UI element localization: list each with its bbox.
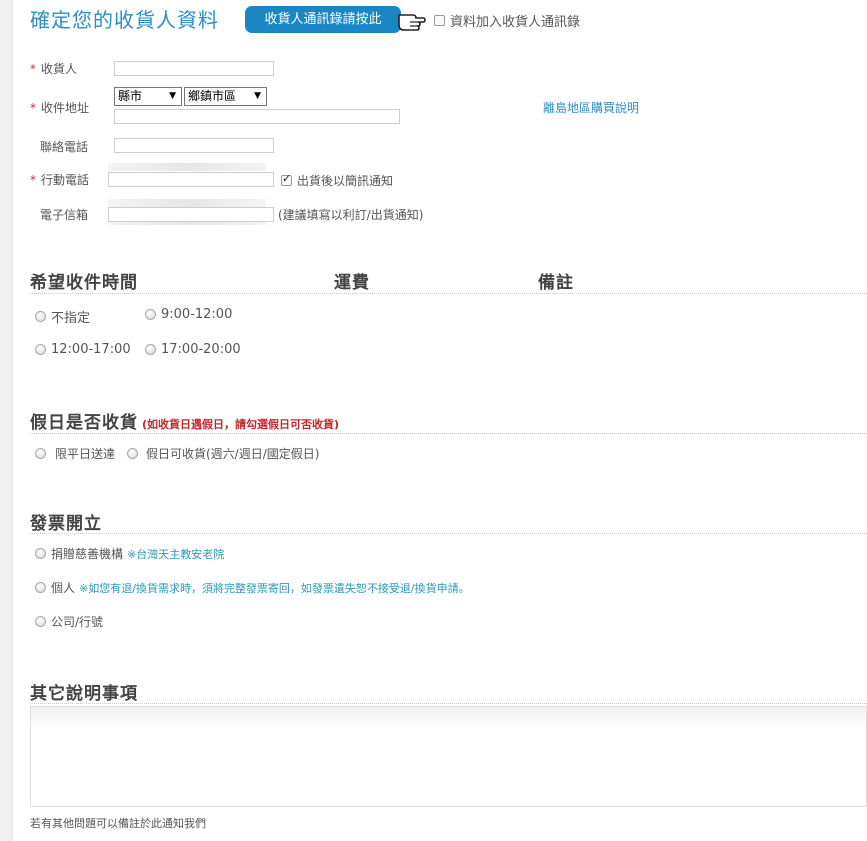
invoice-donate-org: ※台灣天主教安老院 xyxy=(127,547,225,561)
phone-label: 聯絡電話 xyxy=(40,140,89,154)
holiday-heading-row: 假日是否收貨 (如收貨日遇假日，請勾選假日可否收貨) xyxy=(30,408,339,433)
radio-button[interactable] xyxy=(35,548,46,559)
sms-notify-checkbox[interactable] xyxy=(281,172,292,186)
radio-button[interactable] xyxy=(35,311,46,322)
page-title: 確定您的收貨人資料 xyxy=(30,8,219,32)
radio-button[interactable] xyxy=(35,616,46,627)
dropdown-arrow-icon: ▼ xyxy=(254,91,261,101)
holiday-option-label: 假日可收貨(週六/週日/國定假日) xyxy=(146,447,320,461)
dropdown-arrow-icon: ▼ xyxy=(169,91,176,101)
add-to-book-label: 資料加入收貨人通訊錄 xyxy=(450,15,581,30)
sms-notify-option[interactable]: 出貨後以簡訊通知 xyxy=(281,172,393,189)
radio-button[interactable] xyxy=(127,448,138,459)
mobile-input[interactable] xyxy=(108,172,274,187)
address-label-row: * 收件地址 xyxy=(30,99,89,116)
holiday-heading: 假日是否收貨 xyxy=(30,413,138,433)
county-select-value: 縣市 xyxy=(118,89,143,103)
section-divider xyxy=(30,703,867,704)
delivery-option-morning[interactable]: 9:00-12:00 xyxy=(145,307,232,322)
delivery-time-heading: 希望收件時間 xyxy=(30,273,138,293)
island-purchase-link[interactable]: 離島地區購買說明 xyxy=(543,99,639,116)
remarks-heading: 備註 xyxy=(538,273,574,293)
radio-button[interactable] xyxy=(35,448,46,459)
holiday-note: (如收貨日遇假日，請勾選假日可否收貨) xyxy=(142,418,340,431)
email-input[interactable] xyxy=(108,207,274,222)
radio-button[interactable] xyxy=(145,309,156,320)
required-mark: * xyxy=(30,62,36,76)
section-divider xyxy=(30,293,867,294)
receiver-label-row: * 收貨人 xyxy=(30,60,77,77)
required-mark: * xyxy=(30,101,36,115)
delivery-option-label: 12:00-17:00 xyxy=(51,342,131,357)
receiver-input[interactable] xyxy=(114,61,274,76)
section-divider xyxy=(30,433,867,434)
invoice-option-company[interactable]: 公司/行號 xyxy=(35,613,103,630)
invoice-company-label: 公司/行號 xyxy=(51,615,104,629)
other-notes-heading: 其它說明事項 xyxy=(30,684,138,704)
add-to-book-checkbox[interactable] xyxy=(434,15,445,26)
section-divider xyxy=(30,533,867,534)
invoice-option-personal[interactable]: 個人 ※如您有退/換貨需求時，須將完整發票寄回，如發票遺失恕不接受退/換貨申請。 xyxy=(35,579,470,596)
other-notes-textarea[interactable] xyxy=(30,706,867,807)
delivery-option-evening[interactable]: 17:00-20:00 xyxy=(145,342,241,357)
add-to-address-book[interactable]: 資料加入收貨人通訊錄 xyxy=(434,11,580,30)
invoice-personal-note: ※如您有退/換貨需求時，須將完整發票寄回，如發票遺失恕不接受退/換貨申請。 xyxy=(79,581,470,595)
holiday-option-label: 限平日送達 xyxy=(55,447,116,461)
pointing-hand-icon xyxy=(396,6,426,34)
required-mark: * xyxy=(30,173,36,187)
invoice-donate-label: 捐贈慈善機構 xyxy=(51,547,124,561)
phone-input[interactable] xyxy=(114,138,274,153)
redaction-blur xyxy=(108,163,266,171)
radio-button[interactable] xyxy=(35,344,46,355)
address-book-button[interactable]: 收貨人通訊錄請按此 xyxy=(245,6,401,33)
county-select[interactable]: 縣市 ▼ xyxy=(114,87,182,106)
invoice-option-donate[interactable]: 捐贈慈善機構 ※台灣天主教安老院 xyxy=(35,545,224,562)
street-address-input[interactable] xyxy=(114,109,400,124)
district-select-value: 鄉鎮市區 xyxy=(188,89,237,103)
mobile-label: 行動電話 xyxy=(41,173,90,187)
mobile-label-row: * 行動電話 xyxy=(30,171,89,188)
delivery-option-afternoon[interactable]: 12:00-17:00 xyxy=(35,342,131,357)
left-edge-bar xyxy=(0,0,13,841)
delivery-option-label: 不指定 xyxy=(51,311,91,326)
other-notes-footnote: 若有其他問題可以備註於此通知我們 xyxy=(30,817,206,830)
radio-button[interactable] xyxy=(35,582,46,593)
radio-button[interactable] xyxy=(145,344,156,355)
email-label: 電子信箱 xyxy=(40,208,89,222)
holiday-option-weekday[interactable]: 限平日送達 xyxy=(35,445,115,462)
email-hint: (建議填寫以利訂/出貨通知) xyxy=(278,208,424,222)
delivery-option-label: 9:00-12:00 xyxy=(161,307,233,322)
holiday-option-weekend[interactable]: 假日可收貨(週六/週日/國定假日) xyxy=(127,445,319,462)
invoice-heading: 發票開立 xyxy=(30,514,102,534)
sms-notify-label: 出貨後以簡訊通知 xyxy=(297,174,394,188)
invoice-personal-label: 個人 xyxy=(51,581,76,595)
district-select[interactable]: 鄉鎮市區 ▼ xyxy=(184,87,267,106)
delivery-option-any[interactable]: 不指定 xyxy=(35,307,90,326)
receiver-label: 收貨人 xyxy=(41,62,78,76)
delivery-option-label: 17:00-20:00 xyxy=(161,342,241,357)
shipping-fee-heading: 運費 xyxy=(334,273,370,293)
address-label: 收件地址 xyxy=(41,101,90,115)
